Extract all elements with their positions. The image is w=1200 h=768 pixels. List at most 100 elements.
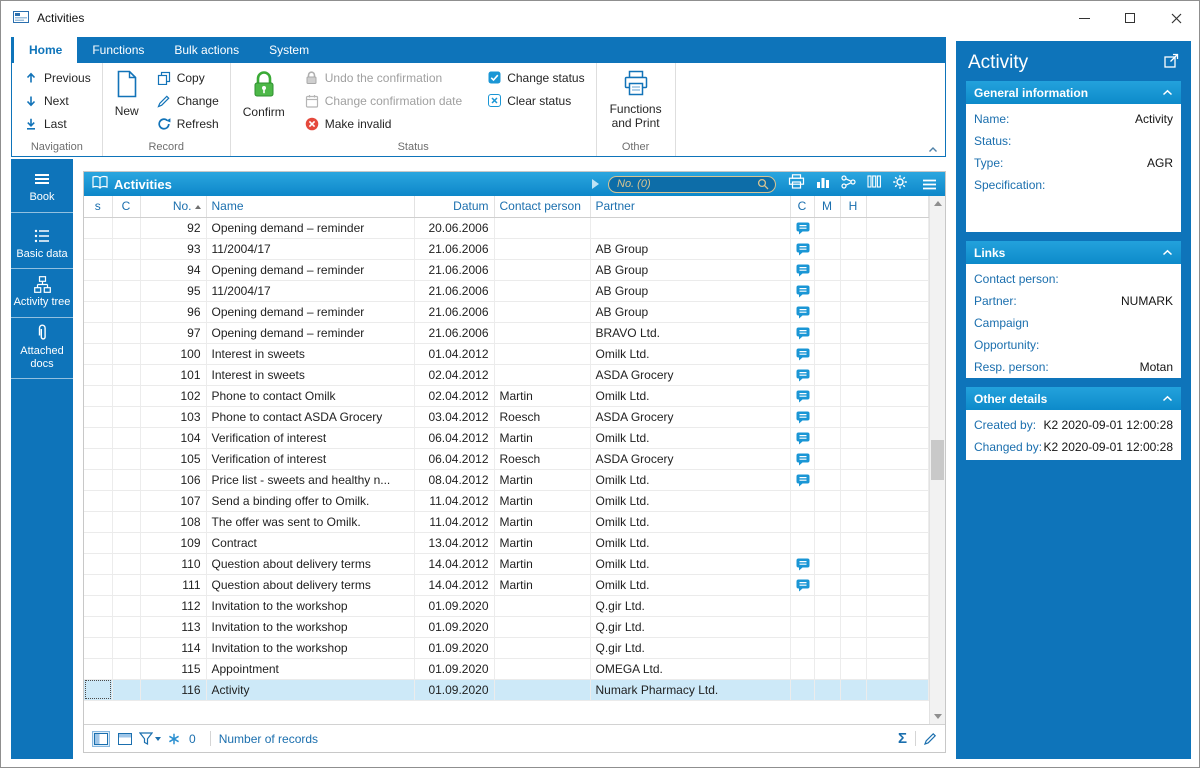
comment-icon <box>796 411 810 424</box>
window-title: Activities <box>37 11 85 25</box>
change-status-icon <box>486 70 502 86</box>
scroll-up-button[interactable] <box>930 196 945 211</box>
scroll-down-icon <box>933 714 942 719</box>
ribbon-tabstrip: Home Functions Bulk actions System <box>11 37 946 63</box>
toggle-bottom-panel-button[interactable] <box>118 732 132 745</box>
collapse-ribbon-button[interactable] <box>928 146 938 153</box>
edit-icon[interactable] <box>924 732 937 745</box>
links-header[interactable]: Links <box>966 241 1181 264</box>
table-row[interactable]: 108 The offer was sent to Omilk. 11.04.2… <box>84 511 929 533</box>
tab-home[interactable]: Home <box>14 37 78 63</box>
table-row[interactable]: 102 Phone to contact Omilk 02.04.2012 Ma… <box>84 385 929 407</box>
app-window: Activities Home Functions Bulk actions S… <box>0 0 1200 768</box>
column-header-s[interactable]: s <box>84 196 113 218</box>
chart-icon[interactable] <box>816 175 830 193</box>
print-icon[interactable] <box>788 174 805 194</box>
search-input[interactable] <box>615 177 757 191</box>
other-details-header[interactable]: Other details <box>966 387 1181 410</box>
gear-icon[interactable] <box>892 174 908 195</box>
confirm-button[interactable]: Confirm <box>235 66 293 140</box>
divider <box>915 731 916 746</box>
number-of-records-label[interactable]: Number of records <box>219 732 318 746</box>
group-label-other: Other <box>621 141 650 153</box>
toggle-side-panel-button[interactable] <box>92 730 110 747</box>
table-row[interactable]: 106 Price list - sweets and healthy n...… <box>84 469 929 491</box>
tree-icon <box>12 275 72 293</box>
vertical-scrollbar[interactable] <box>929 196 945 724</box>
table-row[interactable]: 112 Invitation to the workshop 01.09.202… <box>84 595 929 617</box>
new-button[interactable]: New <box>107 66 147 140</box>
table-row[interactable]: 101 Interest in sweets 02.04.2012 ASDA G… <box>84 364 929 386</box>
titlebar: Activities <box>1 1 1199 35</box>
table-row[interactable]: 92 Opening demand – reminder 20.06.2006 <box>84 217 929 239</box>
play-filter-icon[interactable] <box>592 179 599 189</box>
table-row[interactable]: 111 Question about delivery terms 14.04.… <box>84 574 929 596</box>
table-row[interactable]: 100 Interest in sweets 01.04.2012 Omilk … <box>84 343 929 365</box>
comment-icon <box>796 243 810 256</box>
table-row[interactable]: 116 Activity 01.09.2020 Numark Pharmacy … <box>84 679 929 701</box>
columns-icon[interactable] <box>867 175 881 193</box>
table-row[interactable]: 115 Appointment 01.09.2020 OMEGA Ltd. <box>84 658 929 680</box>
scroll-up-icon <box>933 201 942 206</box>
column-header-no[interactable]: No. <box>140 196 207 218</box>
marked-records-icon[interactable] <box>168 733 180 745</box>
clear-status-button[interactable]: Clear status <box>479 89 591 112</box>
comment-icon <box>796 432 810 445</box>
copy-button[interactable]: Copy <box>149 66 226 89</box>
make-invalid-button[interactable]: Make invalid <box>297 112 469 135</box>
column-header-datum[interactable]: Datum <box>414 196 495 218</box>
list-menu-icon[interactable] <box>922 179 937 190</box>
minimize-button[interactable] <box>1061 1 1107 35</box>
table-row[interactable]: 104 Verification of interest 06.04.2012 … <box>84 427 929 449</box>
table-row[interactable]: 114 Invitation to the workshop 01.09.202… <box>84 637 929 659</box>
tab-system[interactable]: System <box>254 37 324 63</box>
change-status-button[interactable]: Change status <box>479 66 591 89</box>
table-row[interactable]: 93 11/2004/17 21.06.2006 AB Group <box>84 238 929 260</box>
scroll-down-button[interactable] <box>930 709 945 724</box>
sidebar-item-activity-tree[interactable]: Activity tree <box>11 269 73 318</box>
workflow-icon[interactable] <box>841 174 856 194</box>
table-row[interactable]: 94 Opening demand – reminder 21.06.2006 … <box>84 259 929 281</box>
close-icon <box>1171 13 1181 23</box>
other-details-card: Other details Created by: K2 2020-09-01 1… <box>966 387 1181 460</box>
close-button[interactable] <box>1153 1 1199 35</box>
last-button[interactable]: Last <box>16 112 98 135</box>
list-status-bar: 0 Number of records Σ <box>84 724 945 752</box>
arrow-up-icon <box>23 70 39 86</box>
sidebar-item-basic-data[interactable]: Basic data <box>11 221 73 270</box>
table-row[interactable]: 103 Phone to contact ASDA Grocery 03.04.… <box>84 406 929 428</box>
column-header-c2[interactable]: C <box>790 196 815 218</box>
column-header-c[interactable]: C <box>112 196 141 218</box>
sidebar-item-book[interactable]: Book <box>11 164 73 213</box>
table-row[interactable]: 107 Send a binding offer to Omilk. 11.04… <box>84 490 929 512</box>
column-header-h[interactable]: H <box>840 196 867 218</box>
table-row[interactable]: 96 Opening demand – reminder 21.06.2006 … <box>84 301 929 323</box>
left-sidebar: Book Basic data Activity tree Attached d… <box>11 159 73 759</box>
tab-functions[interactable]: Functions <box>77 37 159 63</box>
ribbon-group-navigation: Previous Next Last Navigation <box>12 63 103 156</box>
change-button[interactable]: Change <box>149 89 226 112</box>
table-row[interactable]: 97 Opening demand – reminder 21.06.2006 … <box>84 322 929 344</box>
next-button[interactable]: Next <box>16 89 98 112</box>
maximize-button[interactable] <box>1107 1 1153 35</box>
expand-panel-icon[interactable] <box>1164 53 1179 73</box>
scrollbar-thumb[interactable] <box>931 440 944 480</box>
filter-button[interactable] <box>139 732 161 745</box>
table-row[interactable]: 110 Question about delivery terms 14.04.… <box>84 553 929 575</box>
marked-records-count: 0 <box>189 731 196 746</box>
sidebar-item-attached-docs[interactable]: Attached docs <box>11 318 73 380</box>
sum-icon[interactable]: Σ <box>898 731 907 746</box>
table-row[interactable]: 113 Invitation to the workshop 01.09.202… <box>84 616 929 638</box>
functions-and-print-button[interactable]: Functions and Print <box>601 66 671 140</box>
table-row[interactable]: 95 11/2004/17 21.06.2006 AB Group <box>84 280 929 302</box>
column-header-name[interactable]: Name <box>206 196 415 218</box>
column-header-partner[interactable]: Partner <box>590 196 791 218</box>
table-row[interactable]: 105 Verification of interest 06.04.2012 … <box>84 448 929 470</box>
previous-button[interactable]: Previous <box>16 66 98 89</box>
refresh-button[interactable]: Refresh <box>149 112 226 135</box>
column-header-m[interactable]: M <box>814 196 841 218</box>
column-header-contact-person[interactable]: Contact person <box>494 196 591 218</box>
table-row[interactable]: 109 Contract 13.04.2012 Martin Omilk Ltd… <box>84 532 929 554</box>
general-information-header[interactable]: General information <box>966 81 1181 104</box>
tab-bulk-actions[interactable]: Bulk actions <box>159 37 254 63</box>
